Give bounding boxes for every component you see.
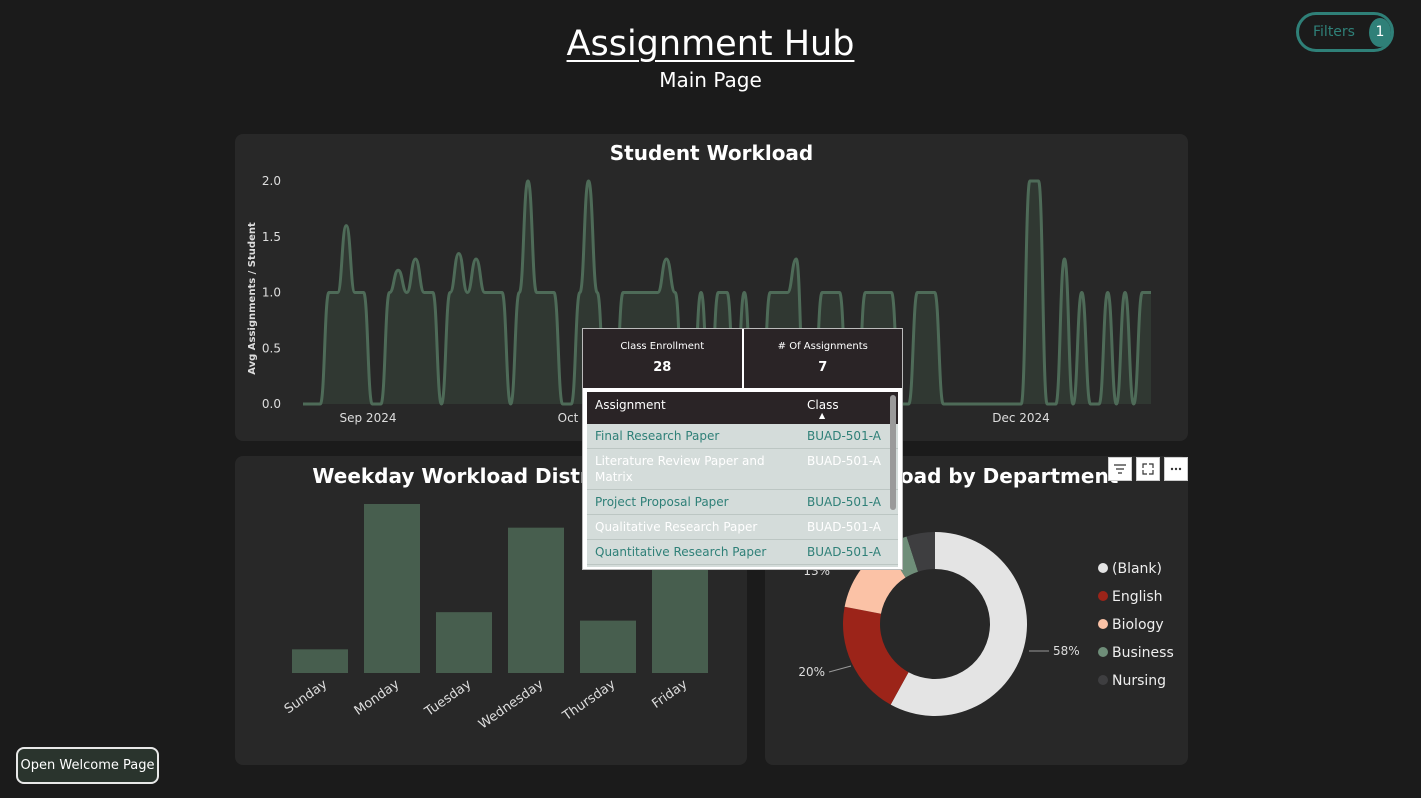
bar-tuesday xyxy=(436,612,492,673)
bar-wednesday xyxy=(508,527,564,673)
y-tick-label: 1.0 xyxy=(262,286,281,300)
y-tick-label: 0.0 xyxy=(262,397,281,411)
bar-friday xyxy=(652,568,708,673)
filters-count-badge: 1 xyxy=(1368,17,1391,47)
open-welcome-page-button[interactable]: Open Welcome Page xyxy=(16,747,159,784)
leader-line xyxy=(828,665,852,673)
table-row[interactable]: Qualitative Research Paper BUAD-501-A xyxy=(587,515,898,540)
x-tick-label: Friday xyxy=(649,677,690,712)
legend-label: Nursing xyxy=(1112,673,1166,689)
x-tick-label: Thursday xyxy=(559,677,618,725)
page-subtitle: Main Page xyxy=(659,68,762,92)
assignment-count-stat: # Of Assignments 7 xyxy=(744,329,903,388)
class-enrollment-stat: Class Enrollment 28 xyxy=(583,329,744,388)
more-options-icon[interactable] xyxy=(1164,457,1188,481)
bar-monday xyxy=(364,504,420,673)
x-tick-label: Dec 2024 xyxy=(992,411,1050,425)
legend-swatch xyxy=(1098,647,1108,657)
table-header: Assignment Class ▲ xyxy=(587,392,898,424)
filters-button[interactable]: Filters 1 xyxy=(1296,12,1394,52)
assignment-table[interactable]: Assignment Class ▲ Final Research Paper … xyxy=(587,392,898,567)
x-tick-label: Monday xyxy=(352,677,403,719)
x-tick-label: Sunday xyxy=(282,677,331,717)
class-enrollment-value: 28 xyxy=(653,360,672,375)
focus-mode-icon[interactable] xyxy=(1136,457,1160,481)
data-label: 58% xyxy=(1053,644,1080,658)
legend-swatch xyxy=(1098,675,1108,685)
y-tick-label: 1.5 xyxy=(262,230,281,244)
slice-english xyxy=(843,606,909,705)
legend-label: Business xyxy=(1112,645,1174,661)
bar-thursday xyxy=(580,620,636,673)
y-axis-label: Avg Assignments / Student xyxy=(247,222,258,375)
data-label: 20% xyxy=(798,665,825,679)
student-workload-title: Student Workload xyxy=(609,141,814,165)
legend-label: Biology xyxy=(1112,617,1164,633)
legend-swatch xyxy=(1098,591,1108,601)
column-header-class[interactable]: Class ▲ xyxy=(799,392,839,424)
x-tick-label: Oct xyxy=(558,411,579,425)
y-tick-label: 2.0 xyxy=(262,174,281,188)
filter-icon[interactable] xyxy=(1108,457,1132,481)
x-tick-label: Wednesday xyxy=(476,677,547,733)
bar-sunday xyxy=(292,649,348,673)
x-tick-label: Tuesday xyxy=(422,677,475,720)
filters-label: Filters xyxy=(1313,24,1355,40)
x-tick-label: Sep 2024 xyxy=(340,411,397,425)
legend-label: (Blank) xyxy=(1112,561,1162,577)
column-header-assignment[interactable]: Assignment xyxy=(587,392,799,424)
y-tick-label: 0.5 xyxy=(262,341,281,355)
legend-label: English xyxy=(1112,589,1163,605)
report-page: Assignment Hub Main Page Filters 1 Stude… xyxy=(0,0,1421,798)
table-scrollbar[interactable] xyxy=(890,395,896,510)
visual-header-icons xyxy=(1108,457,1188,481)
table-row[interactable]: Final Research Paper BUAD-501-A xyxy=(587,424,898,449)
tooltip-stats: Class Enrollment 28 # Of Assignments 7 xyxy=(583,329,902,388)
page-title: Assignment Hub xyxy=(566,24,855,64)
tooltip-panel: Class Enrollment 28 # Of Assignments 7 A… xyxy=(582,328,903,570)
legend-swatch xyxy=(1098,563,1108,573)
table-row[interactable]: Project Proposal Paper BUAD-501-A xyxy=(587,490,898,515)
sort-ascending-icon: ▲ xyxy=(819,411,826,420)
legend-swatch xyxy=(1098,619,1108,629)
assignment-count-value: 7 xyxy=(818,360,828,375)
table-row[interactable]: Quantitative Research Paper BUAD-501-A xyxy=(587,540,898,565)
table-row[interactable]: Literature Review Paper and Matrix BUAD-… xyxy=(587,449,898,490)
